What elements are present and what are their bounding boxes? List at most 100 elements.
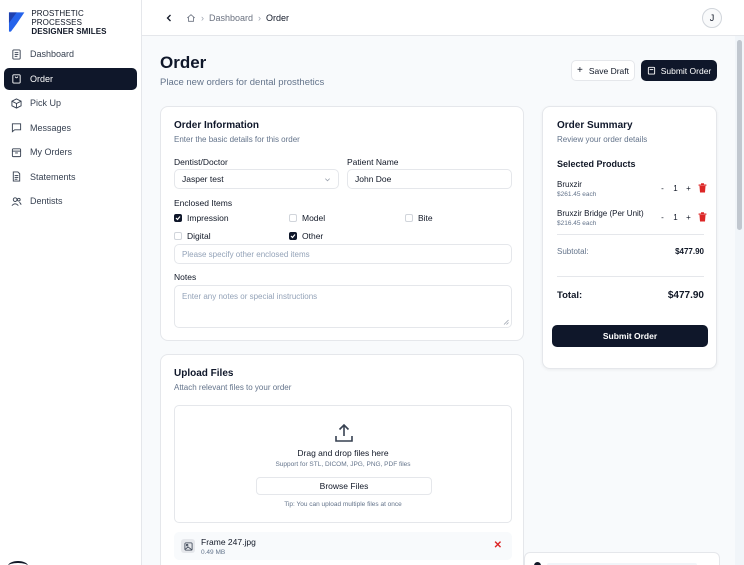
checkbox-bite[interactable]: Bite [405, 213, 433, 223]
checkbox-label: Bite [418, 213, 433, 223]
topbar: › Dashboard › Order J [142, 0, 744, 36]
message-icon [11, 123, 22, 133]
checkbox-checked-icon[interactable] [174, 214, 182, 222]
patient-name-value: John Doe [355, 174, 392, 184]
checkbox-other[interactable]: Other [289, 231, 323, 241]
file-dropzone[interactable]: Drag and drop files here Support for STL… [174, 405, 512, 523]
upload-icon [335, 423, 353, 442]
document-icon [12, 48, 21, 60]
checkbox-unchecked-icon[interactable] [289, 214, 297, 222]
breadcrumb-dashboard[interactable]: Dashboard [209, 13, 253, 23]
brand-logo-icon [8, 12, 25, 32]
file-size: 0.49 MB [201, 549, 226, 556]
dentist-label: Dentist/Doctor [174, 157, 228, 167]
sidebar-item-label: Pick Up [30, 98, 62, 108]
floating-panel[interactable] [524, 552, 720, 565]
file-text-icon [12, 171, 21, 182]
sidebar-item-messages[interactable]: Messages [4, 117, 137, 139]
patient-name-input[interactable]: John Doe [347, 169, 512, 189]
scrollbar[interactable] [735, 36, 744, 565]
sidebar-item-statements[interactable]: Statements [4, 166, 137, 188]
notes-textarea[interactable]: Enter any notes or special instructions [174, 285, 512, 328]
image-file-icon [181, 539, 195, 553]
scrollbar-thumb[interactable] [737, 40, 742, 230]
sidebar-item-order[interactable]: Order [4, 67, 137, 90]
submit-order-button[interactable]: Submit Order [552, 325, 708, 347]
file-name: Frame 247.jpg [201, 537, 256, 547]
upload-subtitle: Attach relevant files to your order [174, 383, 292, 392]
total-row: Total: $477.90 [557, 290, 704, 301]
home-icon[interactable] [186, 13, 196, 23]
checkbox-label: Other [302, 231, 324, 241]
other-items-placeholder: Please specify other enclosed items [182, 249, 310, 259]
sidebar-nav: Dashboard Order Pick Up Messages My Orde… [0, 43, 141, 212]
checkbox-unchecked-icon[interactable] [405, 214, 413, 222]
order-summary-card: Order Summary Review your order details … [542, 106, 717, 369]
checkbox-unchecked-icon[interactable] [174, 232, 182, 240]
subtotal-value: $477.90 [675, 247, 704, 256]
users-icon [11, 196, 22, 206]
checkbox-model[interactable]: Model [289, 213, 325, 223]
divider [557, 234, 704, 235]
remove-file-icon[interactable]: ✕ [494, 540, 502, 551]
summary-title: Order Summary [557, 120, 633, 131]
notes-placeholder: Enter any notes or special instructions [182, 292, 318, 301]
checkbox-label: Model [302, 213, 326, 223]
checkbox-checked-icon[interactable] [289, 232, 297, 240]
submit-order-button-top[interactable]: Submit Order [641, 60, 717, 81]
sidebar-item-my-orders[interactable]: My Orders [4, 141, 137, 163]
order-info-title: Order Information [174, 120, 260, 131]
sidebar-item-dentists[interactable]: Dentists [4, 190, 137, 212]
order-information-card: Order Information Enter the basic detail… [160, 106, 524, 341]
trash-icon[interactable] [698, 183, 707, 193]
back-button[interactable] [162, 11, 176, 25]
save-draft-button[interactable]: + Save Draft [571, 60, 635, 81]
sidebar-item-label: Statements [30, 171, 76, 182]
total-value: $477.90 [667, 290, 704, 301]
dropzone-subtitle: Support for STL, DICOM, JPG, PNG, PDF fi… [275, 461, 411, 468]
sidebar-item-label: Dentists [30, 196, 63, 206]
upload-title: Upload Files [174, 368, 234, 379]
breadcrumb-separator: › [258, 12, 262, 23]
sidebar-footer-element [8, 561, 28, 565]
submit-order-label: Submit Order [660, 65, 712, 76]
breadcrumb-separator: › [201, 12, 204, 23]
trash-icon[interactable] [698, 212, 707, 222]
box-icon [11, 97, 22, 109]
dentist-select-value: Jasper test [182, 174, 224, 184]
subtotal-label: Subtotal: [557, 247, 589, 256]
checkbox-impression[interactable]: Impression [174, 213, 229, 223]
inbox-icon [11, 147, 22, 157]
quantity-stepper: - 1 + [656, 183, 707, 193]
decrement-button[interactable]: - [656, 213, 669, 222]
other-items-input[interactable]: Please specify other enclosed items [174, 244, 512, 264]
checkbox-label: Digital [187, 231, 211, 241]
quantity-value: 1 [673, 183, 678, 193]
product-item: Bruxzir $261.45 each - 1 + [557, 180, 707, 198]
dentist-select[interactable]: Jasper test [174, 169, 339, 189]
brand-name-line1: PROSTHETIC PROCESSES [31, 8, 84, 27]
summary-subtitle: Review your order details [557, 135, 648, 144]
breadcrumb: › Dashboard › Order [186, 13, 289, 23]
dropzone-title: Drag and drop files here [297, 448, 389, 458]
brand[interactable]: PROSTHETIC PROCESSES DESIGNER SMILES [0, 0, 141, 36]
increment-button[interactable]: + [682, 184, 695, 193]
brand-name-line2: DESIGNER SMILES [31, 26, 107, 36]
page-subtitle: Place new orders for dental prosthetics [160, 77, 325, 88]
clipboard-icon [647, 66, 655, 75]
browse-files-button[interactable]: Browse Files [256, 477, 432, 495]
checkbox-label: Impression [187, 213, 229, 223]
sidebar-item-dashboard[interactable]: Dashboard [4, 43, 137, 65]
notes-label: Notes [174, 272, 197, 282]
resize-handle-icon[interactable] [503, 319, 509, 325]
order-info-subtitle: Enter the basic details for this order [174, 135, 300, 144]
increment-button[interactable]: + [682, 213, 695, 222]
decrement-button[interactable]: - [656, 184, 669, 193]
avatar[interactable]: J [702, 8, 722, 28]
checkbox-digital[interactable]: Digital [174, 231, 211, 241]
sidebar-item-pick-up[interactable]: Pick Up [4, 92, 137, 114]
quantity-stepper: - 1 + [656, 212, 707, 222]
plus-icon: + [577, 65, 583, 76]
save-draft-label: Save Draft [588, 65, 629, 76]
upload-files-card: Upload Files Attach relevant files to yo… [160, 354, 524, 565]
